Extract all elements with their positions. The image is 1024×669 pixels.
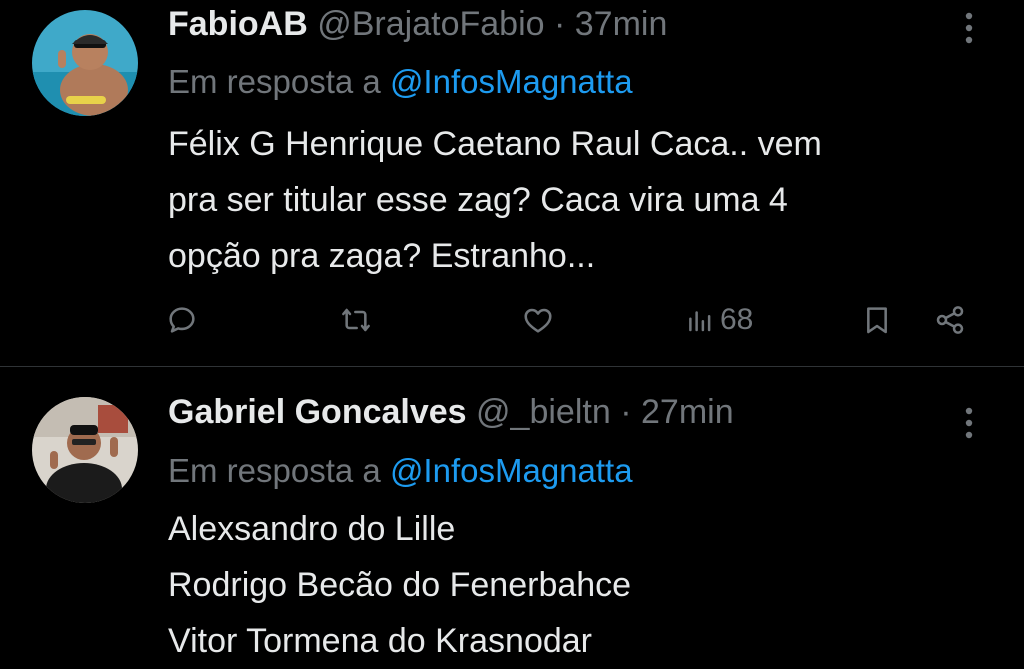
reply-to-link[interactable]: @InfosMagnatta xyxy=(390,63,633,100)
tweet-text: Félix G Henrique Caetano Raul Caca.. vem… xyxy=(168,116,964,284)
tweet-text-line: Vitor Tormena do Krasnodar xyxy=(168,622,592,660)
avatar[interactable] xyxy=(32,10,138,116)
more-vertical-icon xyxy=(965,12,973,44)
action-bar: 68 xyxy=(0,298,1024,342)
separator-dot: · xyxy=(553,5,566,43)
tweet-header: Gabriel Goncalves @_bieltn · 27min xyxy=(168,390,944,434)
reply-to-link[interactable]: @InfosMagnatta xyxy=(390,452,633,489)
timestamp[interactable]: 37min xyxy=(575,5,668,43)
retweet-button[interactable] xyxy=(340,298,372,342)
tweet-text-line: pra ser titular esse zag? Caca vira uma … xyxy=(168,181,788,219)
views-icon xyxy=(689,311,711,332)
reply-prefix: Em resposta a xyxy=(168,452,381,489)
views-count: 68 xyxy=(720,303,754,336)
more-options-button[interactable] xyxy=(954,403,984,443)
tweet-text-line: opção pra zaga? Estranho... xyxy=(168,237,596,275)
timestamp[interactable]: 27min xyxy=(641,393,734,431)
reply-context: Em resposta a @InfosMagnatta xyxy=(168,449,633,493)
tweet-text: Alexsandro do Lille Rodrigo Becão do Fen… xyxy=(168,501,964,669)
avatar-image xyxy=(32,397,138,503)
separator-dot: · xyxy=(620,393,632,431)
tweet-text-line: Félix G Henrique Caetano Raul Caca.. vem xyxy=(168,125,822,163)
tweet-text-line: Rodrigo Becão do Fenerbahce xyxy=(168,566,632,604)
author-handle[interactable]: @BrajatoFabio xyxy=(317,5,544,43)
tweet-header: FabioAB @BrajatoFabio · 37min xyxy=(168,2,944,46)
author-name[interactable]: FabioAB xyxy=(168,5,308,43)
retweet-icon xyxy=(342,308,370,332)
reply-prefix: Em resposta a xyxy=(168,63,381,100)
reply-context: Em resposta a @InfosMagnatta xyxy=(168,60,633,104)
tweet[interactable]: FabioAB @BrajatoFabio · 37min Em respost… xyxy=(0,0,1024,366)
author-handle[interactable]: @_bieltn xyxy=(476,393,611,431)
more-options-button[interactable] xyxy=(954,8,984,48)
avatar-image xyxy=(32,10,138,116)
reply-icon xyxy=(169,307,195,333)
reply-button[interactable] xyxy=(166,298,198,342)
bookmark-icon xyxy=(867,307,887,334)
like-icon xyxy=(524,308,552,333)
share-icon xyxy=(936,306,964,334)
tweet-text-line: Alexsandro do Lille xyxy=(168,510,456,548)
more-vertical-icon xyxy=(965,407,973,439)
avatar[interactable] xyxy=(32,397,138,503)
author-name[interactable]: Gabriel Goncalves xyxy=(168,393,467,431)
views-button[interactable]: 68 xyxy=(686,298,753,342)
bookmark-button[interactable] xyxy=(861,298,893,342)
like-button[interactable] xyxy=(522,298,554,342)
tweet[interactable]: Gabriel Goncalves @_bieltn · 27min Em re… xyxy=(0,367,1024,669)
share-button[interactable] xyxy=(934,298,966,342)
